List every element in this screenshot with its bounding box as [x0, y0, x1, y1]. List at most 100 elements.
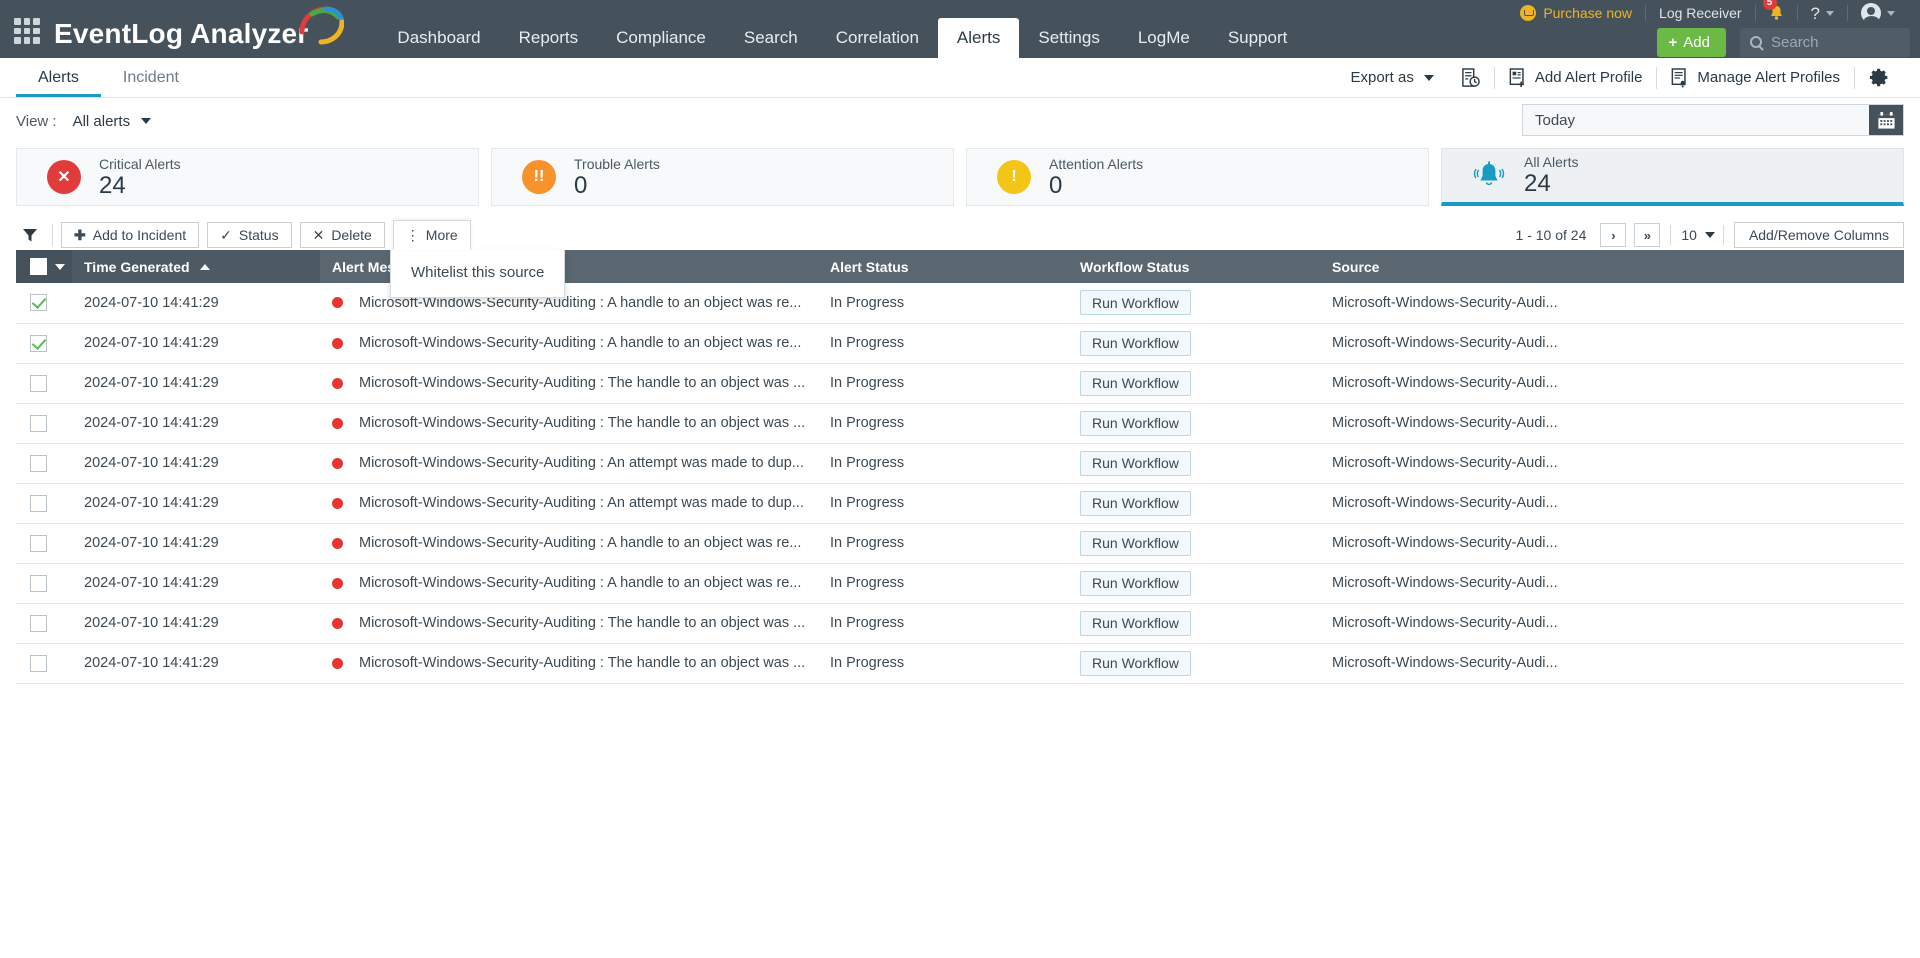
column-header-source[interactable]: Source	[1320, 250, 1904, 283]
settings-gear-button[interactable]	[1855, 67, 1904, 88]
column-header-workflow-status[interactable]: Workflow Status	[1068, 250, 1320, 283]
more-button[interactable]: ⋮ More	[393, 220, 471, 250]
row-select-cell[interactable]	[16, 323, 72, 363]
run-workflow-button[interactable]: Run Workflow	[1080, 290, 1191, 315]
severity-critical-dot-icon	[332, 418, 343, 429]
table-row[interactable]: 2024-07-10 14:41:29Microsoft-Windows-Sec…	[16, 643, 1904, 683]
row-checkbox[interactable]	[30, 535, 47, 552]
nav-item-support[interactable]: Support	[1209, 18, 1307, 58]
run-workflow-button[interactable]: Run Workflow	[1080, 611, 1191, 636]
row-select-cell[interactable]	[16, 363, 72, 403]
table-row[interactable]: 2024-07-10 14:41:29Microsoft-Windows-Sec…	[16, 283, 1904, 323]
page-size-select[interactable]: 10	[1681, 227, 1715, 243]
user-menu-button[interactable]	[1848, 3, 1908, 23]
status-label: Status	[239, 227, 279, 243]
global-search-input[interactable]: Search	[1740, 28, 1910, 57]
view-select[interactable]: All alerts	[73, 113, 152, 130]
kpi-card-critical-alerts[interactable]: ✕ Critical Alerts 24	[16, 148, 479, 206]
brand-logo[interactable]: EventLog Analyzer	[54, 20, 308, 48]
filter-button[interactable]	[16, 227, 44, 243]
export-as-dropdown[interactable]: Export as	[1336, 69, 1447, 86]
row-checkbox[interactable]	[30, 455, 47, 472]
row-select-cell[interactable]	[16, 403, 72, 443]
last-page-button[interactable]: »	[1634, 223, 1660, 247]
add-remove-columns-button[interactable]: Add/Remove Columns	[1734, 222, 1904, 248]
row-select-cell[interactable]	[16, 523, 72, 563]
header-right-cluster: Purchase now Log Receiver 5 ?	[1507, 0, 1920, 60]
row-select-cell[interactable]	[16, 643, 72, 683]
chevron-down-icon	[1826, 11, 1834, 16]
cell-alert-status: In Progress	[818, 283, 1068, 323]
date-range-picker[interactable]: Today	[1522, 104, 1904, 136]
tab-alerts[interactable]: Alerts	[16, 58, 101, 97]
row-checkbox[interactable]	[30, 335, 47, 352]
status-button[interactable]: ✓ Status	[207, 222, 291, 248]
delete-button[interactable]: ✕ Delete	[300, 222, 385, 248]
table-row[interactable]: 2024-07-10 14:41:29Microsoft-Windows-Sec…	[16, 563, 1904, 603]
help-menu-button[interactable]: ?	[1798, 3, 1847, 23]
table-row[interactable]: 2024-07-10 14:41:29Microsoft-Windows-Sec…	[16, 363, 1904, 403]
nav-item-correlation[interactable]: Correlation	[817, 18, 938, 58]
date-range-value: Today	[1523, 105, 1869, 135]
manage-alert-profiles-button[interactable]: Manage Alert Profiles	[1657, 68, 1854, 88]
row-checkbox[interactable]	[30, 375, 47, 392]
cell-time-generated: 2024-07-10 14:41:29	[72, 283, 320, 323]
log-receiver-link[interactable]: Log Receiver	[1646, 3, 1755, 23]
nav-item-compliance[interactable]: Compliance	[597, 18, 725, 58]
next-page-button[interactable]: ›	[1600, 223, 1626, 247]
chevron-down-icon[interactable]	[55, 264, 65, 270]
run-workflow-button[interactable]: Run Workflow	[1080, 651, 1191, 676]
row-select-cell[interactable]	[16, 283, 72, 323]
add-button[interactable]: + Add	[1657, 28, 1726, 57]
nav-item-logme[interactable]: LogMe	[1119, 18, 1209, 58]
menu-item-whitelist-this-source[interactable]: Whitelist this source	[391, 258, 564, 287]
table-row[interactable]: 2024-07-10 14:41:29Microsoft-Windows-Sec…	[16, 523, 1904, 563]
purchase-now-link[interactable]: Purchase now	[1507, 3, 1645, 23]
run-workflow-button[interactable]: Run Workflow	[1080, 331, 1191, 356]
row-checkbox[interactable]	[30, 575, 47, 592]
log-receiver-label: Log Receiver	[1659, 5, 1742, 21]
column-header-time-generated[interactable]: Time Generated	[72, 250, 320, 283]
select-all-checkbox[interactable]	[30, 258, 47, 275]
row-checkbox[interactable]	[30, 294, 47, 311]
nav-item-settings[interactable]: Settings	[1019, 18, 1118, 58]
tab-incident[interactable]: Incident	[101, 58, 201, 97]
row-checkbox[interactable]	[30, 415, 47, 432]
run-workflow-button[interactable]: Run Workflow	[1080, 451, 1191, 476]
table-row[interactable]: 2024-07-10 14:41:29Microsoft-Windows-Sec…	[16, 323, 1904, 363]
table-row[interactable]: 2024-07-10 14:41:29Microsoft-Windows-Sec…	[16, 403, 1904, 443]
divider	[1670, 225, 1671, 245]
nav-item-alerts[interactable]: Alerts	[938, 18, 1019, 58]
row-select-cell[interactable]	[16, 563, 72, 603]
row-checkbox[interactable]	[30, 495, 47, 512]
row-select-cell[interactable]	[16, 443, 72, 483]
calendar-button[interactable]	[1869, 105, 1903, 135]
alert-message-text: Microsoft-Windows-Security-Auditing : An…	[359, 495, 804, 511]
nav-item-search[interactable]: Search	[725, 18, 817, 58]
table-row[interactable]: 2024-07-10 14:41:29Microsoft-Windows-Sec…	[16, 483, 1904, 523]
kpi-card-attention-alerts[interactable]: ! Attention Alerts 0	[966, 148, 1429, 206]
run-workflow-button[interactable]: Run Workflow	[1080, 571, 1191, 596]
schedule-report-button[interactable]	[1448, 68, 1494, 88]
app-grid-icon[interactable]	[14, 18, 40, 44]
row-checkbox[interactable]	[30, 615, 47, 632]
kpi-card-trouble-alerts[interactable]: !! Trouble Alerts 0	[491, 148, 954, 206]
notifications-button[interactable]: 5	[1756, 3, 1797, 23]
kpi-value-all: 24	[1524, 171, 1578, 196]
run-workflow-button[interactable]: Run Workflow	[1080, 491, 1191, 516]
add-to-incident-button[interactable]: ✚ Add to Incident	[61, 222, 199, 248]
kpi-card-all-alerts[interactable]: All Alerts 24	[1441, 148, 1904, 206]
run-workflow-button[interactable]: Run Workflow	[1080, 411, 1191, 436]
table-row[interactable]: 2024-07-10 14:41:29Microsoft-Windows-Sec…	[16, 443, 1904, 483]
add-alert-profile-button[interactable]: Add Alert Profile	[1495, 68, 1657, 88]
row-select-cell[interactable]	[16, 603, 72, 643]
run-workflow-button[interactable]: Run Workflow	[1080, 371, 1191, 396]
run-workflow-button[interactable]: Run Workflow	[1080, 531, 1191, 556]
row-select-cell[interactable]	[16, 483, 72, 523]
nav-item-dashboard[interactable]: Dashboard	[378, 18, 499, 58]
column-header-select-all[interactable]	[16, 250, 72, 283]
row-checkbox[interactable]	[30, 655, 47, 672]
nav-item-reports[interactable]: Reports	[500, 18, 598, 58]
column-header-alert-status[interactable]: Alert Status	[818, 250, 1068, 283]
table-row[interactable]: 2024-07-10 14:41:29Microsoft-Windows-Sec…	[16, 603, 1904, 643]
